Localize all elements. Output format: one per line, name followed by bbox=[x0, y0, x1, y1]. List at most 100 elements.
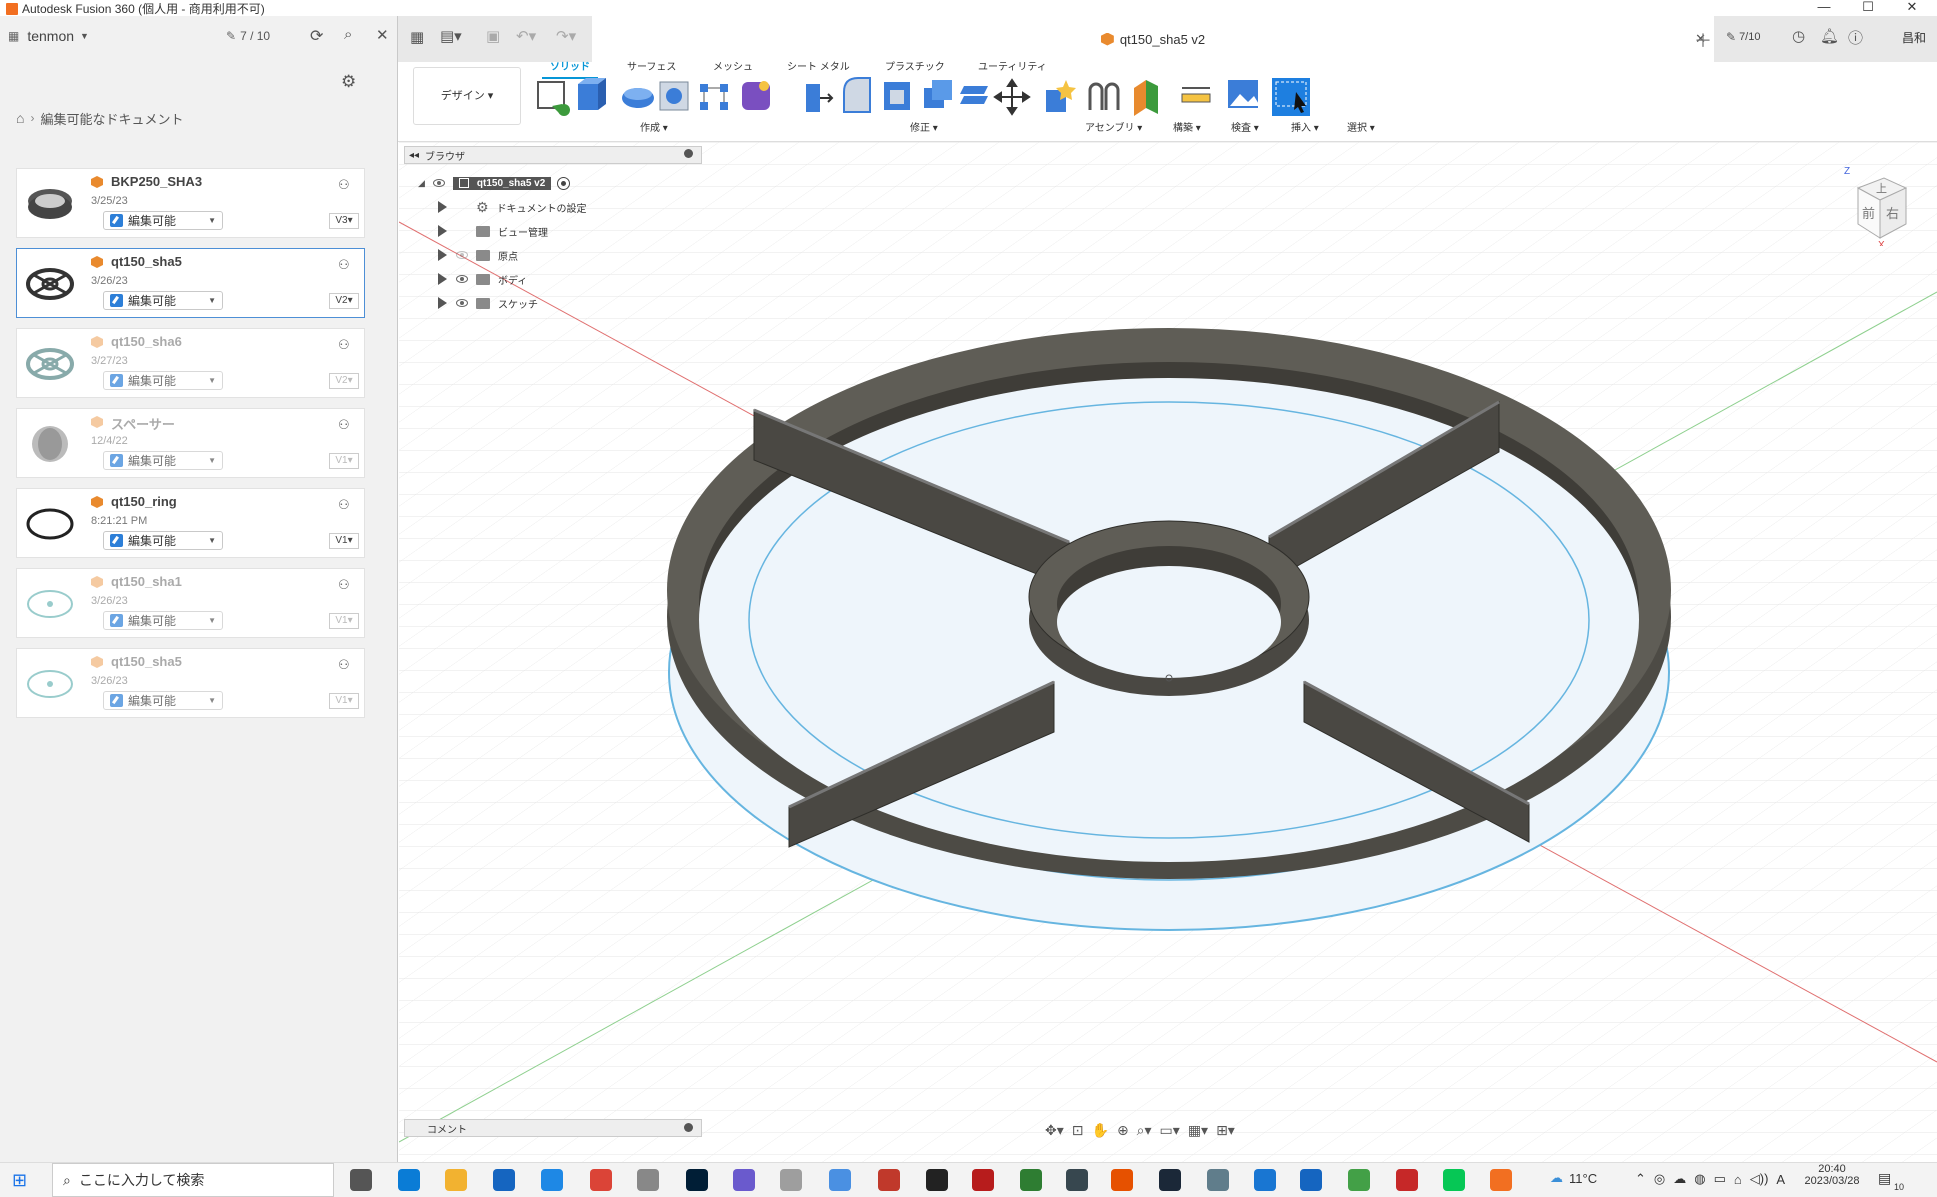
search-icon[interactable]: ⌕ bbox=[344, 26, 352, 43]
steam-icon[interactable] bbox=[1159, 1169, 1181, 1191]
ribbon-group-menu[interactable]: アセンブリ ▾ bbox=[1085, 119, 1142, 134]
workspace-switcher[interactable]: デザイン ▾ bbox=[413, 67, 521, 125]
user-menu[interactable]: ▦ tenmon ▼ bbox=[8, 28, 89, 44]
chrome-icon[interactable] bbox=[590, 1169, 612, 1191]
document-name[interactable]: qt150_ring bbox=[111, 494, 177, 509]
activate-radio-icon[interactable] bbox=[557, 176, 571, 190]
look-at-icon[interactable]: ⊡ bbox=[1072, 1122, 1084, 1139]
app-icon[interactable] bbox=[1020, 1169, 1042, 1191]
press-pull-icon[interactable] bbox=[806, 84, 834, 112]
weather-widget[interactable]: ☁ 11°C bbox=[1550, 1170, 1597, 1186]
document-name[interactable]: qt150_sha6 bbox=[111, 334, 182, 349]
browser-node[interactable]: ボディ bbox=[438, 270, 527, 288]
collapse-panel-icon[interactable]: ◂◂ bbox=[409, 150, 419, 161]
version-dropdown[interactable]: V1▾ bbox=[329, 453, 359, 469]
version-dropdown[interactable]: V1▾ bbox=[329, 533, 359, 549]
model-canvas[interactable] bbox=[398, 142, 1937, 1163]
document-thumbnail[interactable] bbox=[25, 419, 75, 469]
people-icon[interactable]: ⚇ bbox=[338, 337, 356, 352]
shell-icon[interactable] bbox=[884, 82, 910, 110]
expand-right-icon[interactable] bbox=[438, 225, 447, 237]
select-icon[interactable] bbox=[1272, 78, 1310, 116]
undo-icon[interactable]: ↶▾ bbox=[516, 27, 536, 45]
extrude-icon[interactable] bbox=[578, 78, 606, 110]
edit-status-dropdown[interactable]: 編集可能 ▼ bbox=[103, 291, 223, 310]
view-cube[interactable]: 上 前 右 Z X bbox=[1840, 166, 1908, 246]
document-card[interactable]: qt150_sha5 3/26/23 編集可能 ▼ ⚇ V2▾ bbox=[16, 248, 365, 318]
browser-node[interactable]: スケッチ bbox=[438, 294, 538, 312]
onedrive-cloud-icon[interactable]: ☁ bbox=[1673, 1171, 1686, 1187]
file-menu-icon[interactable]: ▤▾ bbox=[440, 27, 462, 45]
expand-right-icon[interactable] bbox=[438, 273, 447, 285]
people-icon[interactable]: ⚇ bbox=[338, 257, 356, 272]
pan-icon[interactable]: ✋ bbox=[1092, 1122, 1109, 1139]
expand-right-icon[interactable] bbox=[438, 201, 447, 213]
document-tab[interactable]: qt150_sha5 v2 ✕ bbox=[592, 16, 1714, 62]
ribbon-group-menu[interactable]: 作成 ▾ bbox=[640, 119, 668, 134]
close-panel-icon[interactable]: ✕ bbox=[376, 26, 389, 44]
document-thumbnail[interactable] bbox=[25, 259, 75, 309]
visibility-eye-icon[interactable] bbox=[432, 179, 445, 187]
save-icon[interactable]: ▣ bbox=[486, 27, 500, 45]
people-icon[interactable]: ⚇ bbox=[338, 657, 356, 672]
pattern-icon[interactable] bbox=[700, 84, 728, 110]
expand-right-icon[interactable] bbox=[438, 249, 447, 261]
sticky-app-icon[interactable] bbox=[926, 1169, 948, 1191]
ribbon-group-menu[interactable]: 検査 ▾ bbox=[1231, 119, 1259, 134]
add-comment-icon[interactable] bbox=[684, 1123, 693, 1132]
system-tray[interactable]: ⌃ ◎ ☁ ◍ ▭ ⌂ ◁)) A bbox=[1635, 1171, 1785, 1187]
move-icon[interactable] bbox=[993, 78, 1031, 116]
minimize-button[interactable]: — bbox=[1804, 0, 1844, 16]
obsidian-icon[interactable] bbox=[733, 1169, 755, 1191]
notification-center-icon[interactable]: ▤ bbox=[1878, 1170, 1891, 1187]
expand-right-icon[interactable] bbox=[438, 297, 447, 309]
line-icon[interactable] bbox=[1443, 1169, 1465, 1191]
redo-icon[interactable]: ↷▾ bbox=[556, 27, 576, 45]
app-icon[interactable] bbox=[1254, 1169, 1276, 1191]
people-icon[interactable]: ⚇ bbox=[338, 577, 356, 592]
pin-icon[interactable] bbox=[684, 149, 693, 158]
viewports-icon[interactable]: ⊞▾ bbox=[1216, 1122, 1235, 1139]
ribbon-tab[interactable]: ユーティリティ bbox=[978, 58, 1047, 73]
version-dropdown[interactable]: V1▾ bbox=[329, 693, 359, 709]
ribbon-group-menu[interactable]: 選択 ▾ bbox=[1347, 119, 1375, 134]
document-card[interactable]: qt150_sha6 3/27/23 編集可能 ▼ ⚇ V2▾ bbox=[16, 328, 365, 398]
version-dropdown[interactable]: V2▾ bbox=[329, 293, 359, 309]
photos-icon[interactable] bbox=[780, 1169, 802, 1191]
mail-icon[interactable] bbox=[541, 1169, 563, 1191]
viewcube-front[interactable]: 前 bbox=[1862, 206, 1875, 221]
people-icon[interactable]: ⚇ bbox=[338, 497, 356, 512]
fusion-icon[interactable] bbox=[1490, 1169, 1512, 1191]
ribbon-tab[interactable]: メッシュ bbox=[713, 58, 753, 73]
document-thumbnail[interactable] bbox=[25, 659, 75, 709]
app-icon[interactable] bbox=[1207, 1169, 1229, 1191]
clock[interactable]: 20:40 2023/03/28 bbox=[1802, 1163, 1862, 1187]
fillet-icon[interactable] bbox=[843, 77, 871, 113]
history-clock-icon[interactable]: ◷ bbox=[1792, 27, 1805, 45]
edit-status-dropdown[interactable]: 編集可能 ▼ bbox=[103, 211, 223, 230]
zoom-icon[interactable]: ⊕ bbox=[1117, 1122, 1129, 1139]
user-avatar[interactable]: 昌和 bbox=[1902, 29, 1926, 46]
visibility-eye-icon[interactable] bbox=[456, 275, 468, 283]
new-component-icon[interactable] bbox=[1046, 80, 1076, 112]
task-view-icon[interactable] bbox=[350, 1169, 372, 1191]
document-thumbnail[interactable] bbox=[25, 499, 75, 549]
bell-icon[interactable]: 🔔︎ bbox=[1820, 27, 1839, 45]
combine-icon[interactable] bbox=[924, 80, 952, 108]
document-thumbnail[interactable] bbox=[25, 339, 75, 389]
windows-start-icon[interactable]: ⊞ bbox=[12, 1170, 27, 1191]
volume-icon[interactable]: ◁)) bbox=[1750, 1171, 1769, 1187]
ribbon-tab[interactable]: プラスチック bbox=[885, 58, 945, 73]
ribbon-tab[interactable]: サーフェス bbox=[627, 58, 676, 73]
version-dropdown[interactable]: V3▾ bbox=[329, 213, 359, 229]
offset-plane-icon[interactable] bbox=[1134, 80, 1158, 116]
document-name[interactable]: BKP250_SHA3 bbox=[111, 174, 202, 189]
document-thumbnail[interactable] bbox=[25, 179, 75, 229]
document-card[interactable]: qt150_ring 8:21:21 PM 編集可能 ▼ ⚇ V1▾ bbox=[16, 488, 365, 558]
new-tab-icon[interactable]: ＋ bbox=[1694, 27, 1712, 53]
display-settings-icon[interactable]: ▭▾ bbox=[1160, 1122, 1180, 1139]
document-thumbnail[interactable] bbox=[25, 579, 75, 629]
ribbon-tab[interactable]: ソリッド bbox=[542, 58, 598, 79]
chevron-up-icon[interactable]: ⌃ bbox=[1635, 1171, 1646, 1187]
people-icon[interactable]: ⚇ bbox=[338, 177, 356, 192]
